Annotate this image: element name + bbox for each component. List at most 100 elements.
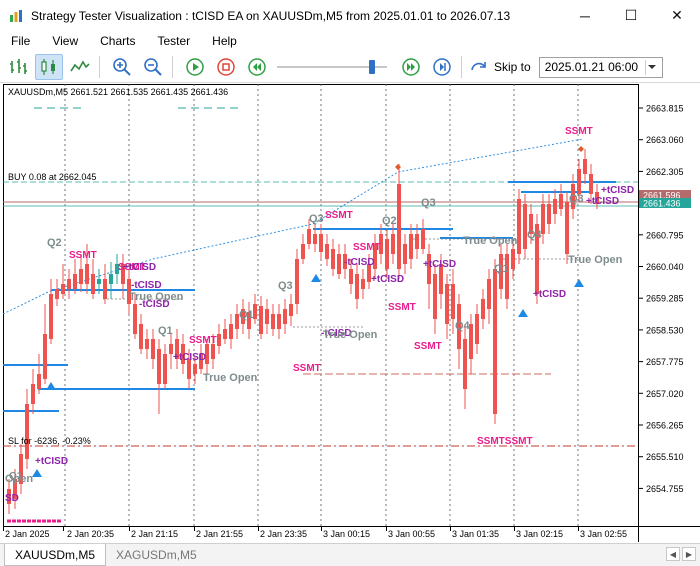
tab-scroll-right-icon[interactable]: ▶ [682,547,696,561]
candle-body [217,334,221,346]
time-tick-label: 3 Jan 00:15 [323,529,370,539]
candle-body [223,329,227,339]
time-tick-label: 2 Jan 20:35 [67,529,114,539]
candle-body [25,404,29,459]
rewind-button[interactable] [243,54,271,80]
price-tick-label: 2660.040 [646,262,684,272]
zoom-out-button[interactable] [139,54,167,80]
tcisd-label: +tCISD [586,196,619,207]
toolbar-separator [172,56,173,78]
candle-body [451,284,455,319]
menu-tester[interactable]: Tester [146,34,201,48]
window-title: Strategy Tester Visualization : tCISD EA… [31,8,511,23]
tcisd-label: +tCISD [35,456,68,467]
skip-to-label: Skip to [494,60,531,74]
play-icon [186,58,204,76]
play-button[interactable] [181,54,209,80]
price-tick-label: 2654.755 [646,484,684,494]
chart-tabs: XAUUSDm,M5 XAGUSDm,M5 ◀ ▶ [0,543,700,566]
step-button[interactable] [428,54,456,80]
candle-body [319,234,323,252]
candle-body [91,274,95,294]
zoom-in-icon [113,58,131,76]
candle-body [337,254,341,274]
quadrant-label: Q3 [569,193,584,205]
candle-body [409,234,413,259]
fast-forward-button[interactable] [397,54,425,80]
candle-body [433,274,437,319]
quadrant-label: Q2 [382,215,397,227]
menu-charts[interactable]: Charts [89,34,146,48]
calendar-dropdown-icon[interactable] [644,59,659,75]
toolbar-separator [461,56,462,78]
stop-button[interactable] [212,54,240,80]
candle-body [331,249,335,269]
candle-body [421,229,425,249]
candle-body [565,202,569,254]
candle-body [511,249,515,269]
price-tick-label: 2657.020 [646,389,684,399]
ssmt-label: SSMT [565,126,593,137]
time-tick-label: 2 Jan 2025 [5,529,50,539]
zoom-in-button[interactable] [108,54,136,80]
candle-body [307,229,311,244]
symbol-header: XAUUSDm,M5 2661.521 2661.535 2661.435 26… [8,87,228,97]
candlestick-button[interactable] [35,54,63,80]
line-chart-button[interactable] [66,54,94,80]
candle-body [151,339,155,359]
quadrant-label: Q1 [9,471,23,482]
candle-body [109,274,113,284]
minimize-button[interactable]: ─ [562,0,608,31]
speed-slider-thumb[interactable] [368,60,375,74]
price-tick-label: 2659.285 [646,294,684,304]
tcisd-label: -tCISD [131,280,162,291]
candle-body [37,374,41,389]
price-tick-label: 2656.265 [646,421,684,431]
time-tick-label: 3 Jan 02:15 [516,529,563,539]
quadrant-label: Q1 [158,325,173,337]
candle-body [79,269,83,284]
price-tick-label: 2658.530 [646,325,684,335]
candle-body [211,344,215,359]
app-icon [9,9,23,23]
price-tick-label: 2663.060 [646,135,684,145]
tcisd-label: +tCISD [423,259,456,270]
candle-body [67,279,71,289]
speed-slider[interactable] [277,57,387,77]
candle-body [271,314,275,329]
menu-help[interactable]: Help [201,34,248,48]
candle-body [55,289,59,299]
candle-body [361,279,365,289]
candle-body [157,349,161,384]
tab-xagusd[interactable]: XAGUSDm,M5 [106,544,207,566]
candle-body [229,324,233,339]
chart-canvas[interactable]: Q2Q1Q1Q3Q3 Q2Q3Q4Q1Q4Q3SSMTSSMTSSMTSSMTSS… [3,84,700,542]
maximize-button[interactable]: ☐ [608,0,654,31]
candle-body [295,259,299,304]
ssmt-label: SSMT [353,242,381,253]
tab-scroll-left-icon[interactable]: ◀ [666,547,680,561]
toolbar: Skip to 2025.01.21 06:00 [0,52,700,83]
window-controls: ─ ☐ ✕ [562,0,700,31]
quadrant-label: Q3 [278,280,293,292]
candle-body [517,199,521,254]
menu-file[interactable]: File [0,34,41,48]
price-chart[interactable]: Q2 Q1 Q1 Q3 Q3 Q2 Q3 Q4 Q1 Q4 Q3 SSMT SSMT SSMT SSMT SS… [3,84,700,542]
candle-body [325,244,329,259]
price-tick-label: 2657.775 [646,357,684,367]
menu-view[interactable]: View [41,34,89,48]
tcisd-label: +tCISD [123,262,156,273]
step-forward-icon [433,58,451,76]
close-button[interactable]: ✕ [654,0,700,31]
tab-xauusd[interactable]: XAUUSDm,M5 [4,544,107,566]
candle-body [163,354,167,384]
skip-to-date-picker[interactable]: 2025.01.21 06:00 [538,56,663,78]
bar-chart-button[interactable] [4,54,32,80]
quadrant-label: Q4 [455,320,471,332]
price-tick-label: 2660.795 [646,230,684,240]
time-tick-label: 2 Jan 23:35 [260,529,307,539]
quadrant-label: Q3 [309,213,324,225]
candle-body [49,294,53,339]
tcisd-label: +tCISD [371,274,404,285]
candle-body [301,244,305,259]
